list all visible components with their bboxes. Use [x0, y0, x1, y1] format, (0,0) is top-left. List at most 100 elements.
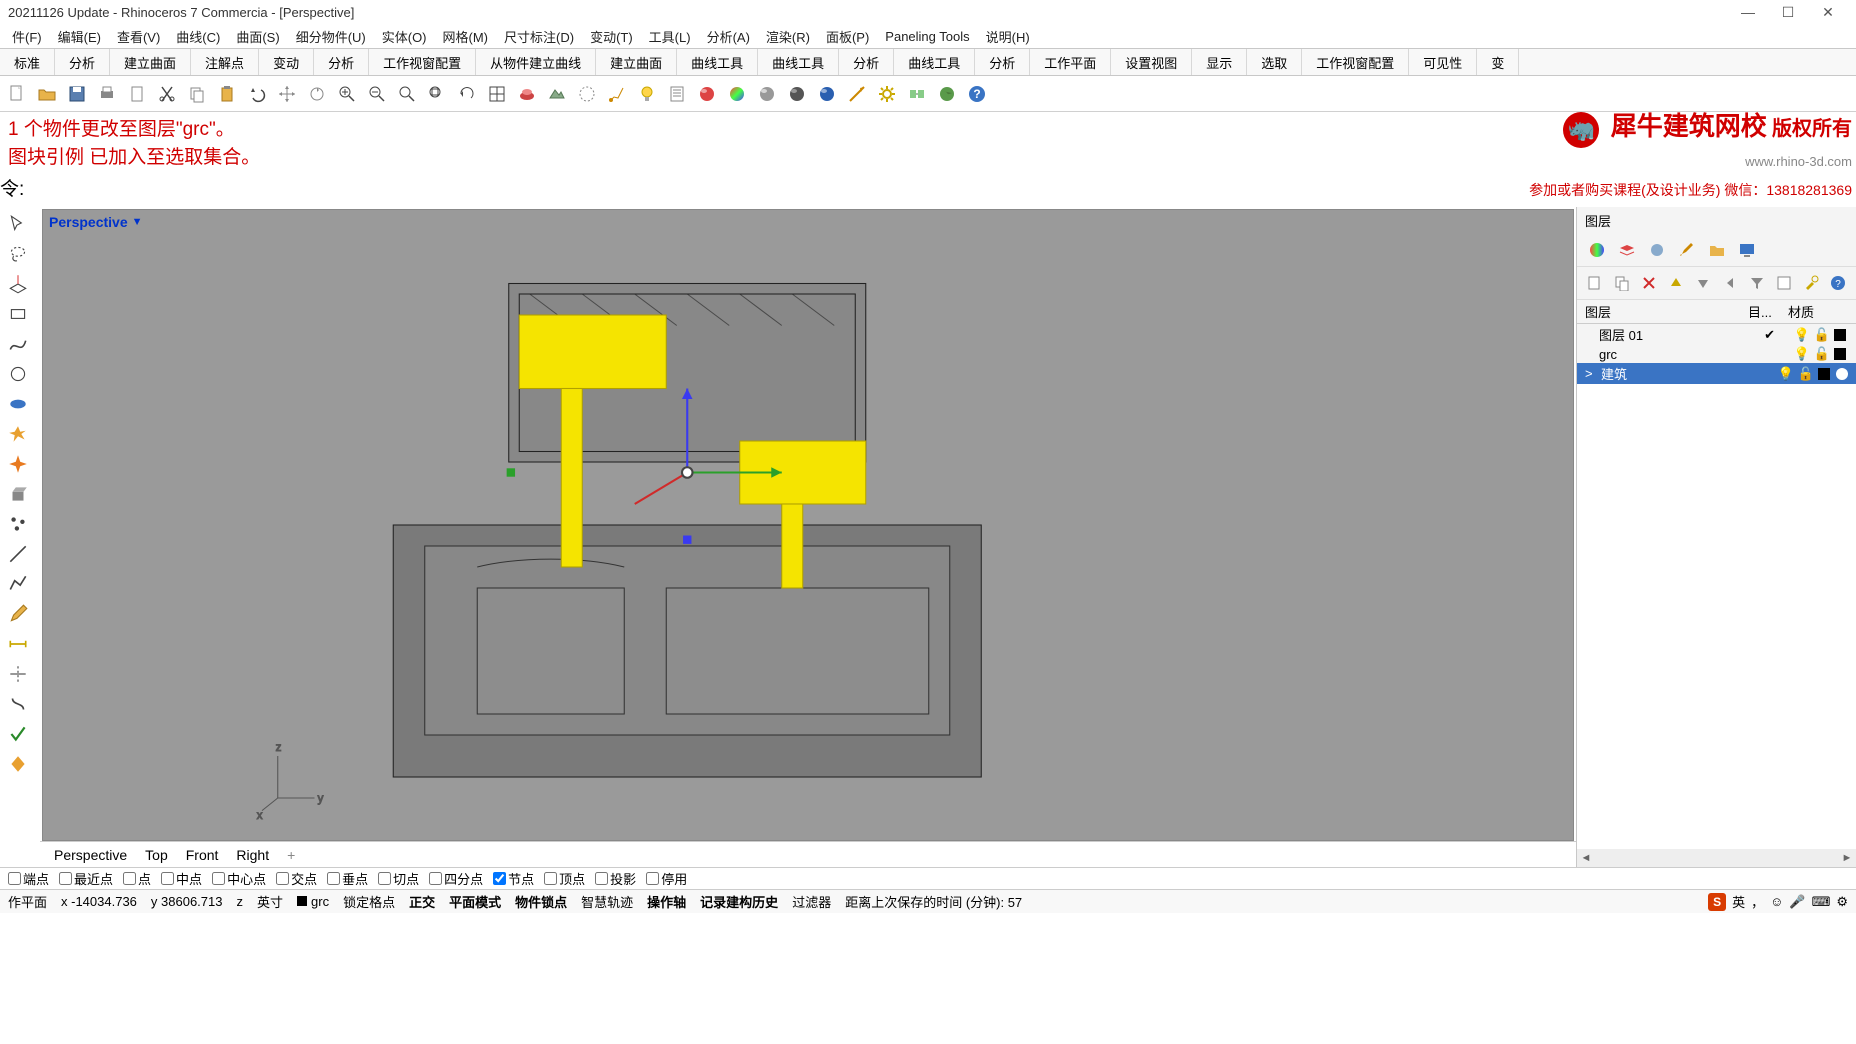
four-viewport-icon[interactable] [484, 81, 510, 107]
menu-panel[interactable]: 面板(P) [818, 25, 877, 48]
status-layer[interactable]: grc [297, 894, 329, 909]
material-tab-icon[interactable] [1585, 238, 1609, 262]
osnap-point[interactable]: 点 [123, 869, 151, 888]
axis-icon[interactable] [844, 81, 870, 107]
join-icon[interactable] [2, 691, 34, 717]
ime-keyboard-icon[interactable]: ⌨ [1812, 894, 1831, 910]
folder-tab-icon[interactable] [1705, 238, 1729, 262]
wireframe-icon[interactable] [574, 81, 600, 107]
lock-icon[interactable]: 🔓 [1814, 346, 1830, 362]
layer-sphere-icon[interactable] [694, 81, 720, 107]
expand-icon[interactable]: > [1585, 366, 1595, 381]
tab-analyze3[interactable]: 分析 [839, 49, 894, 75]
tab-viewport-layout2[interactable]: 工作视窗配置 [1302, 49, 1409, 75]
osnap-tan[interactable]: 切点 [378, 869, 419, 888]
status-record[interactable]: 记录建构历史 [700, 892, 778, 911]
tab-transform[interactable]: 变动 [259, 49, 314, 75]
zoom-in-icon[interactable] [334, 81, 360, 107]
viewtab-front[interactable]: Front [186, 847, 219, 863]
gear-icon[interactable] [874, 81, 900, 107]
status-filter[interactable]: 过滤器 [792, 892, 831, 911]
prev-icon[interactable] [1720, 271, 1741, 295]
extrude-icon[interactable] [2, 481, 34, 507]
sogou-icon[interactable]: S [1708, 893, 1726, 911]
tab-viewport-layout[interactable]: 工作视窗配置 [369, 49, 476, 75]
edit-icon[interactable] [2, 601, 34, 627]
status-planar[interactable]: 平面模式 [449, 892, 501, 911]
points-icon[interactable] [2, 511, 34, 537]
tab-curve-tools[interactable]: 曲线工具 [677, 49, 758, 75]
tab-display[interactable]: 显示 [1192, 49, 1247, 75]
move-up-icon[interactable] [1666, 271, 1687, 295]
new-sublayer-icon[interactable] [1612, 271, 1633, 295]
status-smarttrack[interactable]: 智慧轨迹 [581, 892, 633, 911]
scroll-left-icon[interactable]: ◄ [1577, 852, 1595, 864]
ime-lang[interactable]: 英 [1732, 892, 1745, 911]
lock-icon[interactable]: 🔓 [1798, 366, 1814, 382]
pan-icon[interactable] [274, 81, 300, 107]
delete-layer-icon[interactable] [1639, 271, 1660, 295]
tab-transform2[interactable]: 变 [1477, 49, 1519, 75]
zoom-selected-icon[interactable] [424, 81, 450, 107]
menu-edit[interactable]: 编辑(E) [50, 25, 109, 48]
menu-view[interactable]: 查看(V) [109, 25, 168, 48]
brush-tab-icon[interactable] [1675, 238, 1699, 262]
tab-annotate[interactable]: 注解点 [191, 49, 259, 75]
layer-help-icon[interactable]: ? [1827, 271, 1848, 295]
status-plane[interactable]: 作平面 [8, 892, 47, 911]
layers-tab-icon[interactable] [1615, 238, 1639, 262]
curve-icon[interactable] [2, 331, 34, 357]
status-osnap[interactable]: 物件锁点 [515, 892, 567, 911]
menu-transform[interactable]: 变动(T) [582, 25, 641, 48]
osnap-mid[interactable]: 中点 [161, 869, 202, 888]
scroll-right-icon[interactable]: ► [1838, 852, 1856, 864]
visible-icon[interactable]: 💡 [1794, 327, 1810, 343]
ellipse-icon[interactable] [2, 391, 34, 417]
menu-help[interactable]: 说明(H) [978, 25, 1038, 48]
polyline-icon[interactable] [2, 571, 34, 597]
open-icon[interactable] [34, 81, 60, 107]
layer-row-selected[interactable]: > 建筑 💡 🔓 [1577, 363, 1856, 384]
burst-icon[interactable] [2, 451, 34, 477]
copy-icon[interactable] [184, 81, 210, 107]
current-check-icon[interactable]: ✔ [1750, 327, 1790, 343]
tab-surface2[interactable]: 建立曲面 [596, 49, 677, 75]
lightbulb-icon[interactable] [634, 81, 660, 107]
material-sphere-icon[interactable] [724, 81, 750, 107]
ime-mic-icon[interactable]: 🎤 [1789, 894, 1805, 910]
rectangle-icon[interactable] [2, 301, 34, 327]
tab-analyze[interactable]: 分析 [55, 49, 110, 75]
grasshopper-icon[interactable] [904, 81, 930, 107]
lock-icon[interactable]: 🔓 [1814, 327, 1830, 343]
osnap-vertex[interactable]: 顶点 [544, 869, 585, 888]
tab-curve-tools3[interactable]: 曲线工具 [894, 49, 975, 75]
osnap-disable[interactable]: 停用 [646, 869, 687, 888]
menu-subd[interactable]: 细分物件(U) [288, 25, 374, 48]
sphere-dark-icon[interactable] [784, 81, 810, 107]
color-swatch[interactable] [1834, 348, 1846, 360]
menu-tools[interactable]: 工具(L) [641, 25, 699, 48]
viewtab-top[interactable]: Top [145, 847, 168, 863]
tab-select[interactable]: 选取 [1247, 49, 1302, 75]
osnap-quad[interactable]: 四分点 [429, 869, 483, 888]
cplane-icon[interactable] [2, 271, 34, 297]
move-down-icon[interactable] [1693, 271, 1714, 295]
tab-visibility[interactable]: 可见性 [1409, 49, 1477, 75]
viewtab-perspective[interactable]: Perspective [54, 847, 127, 863]
lasso-icon[interactable] [2, 241, 34, 267]
globe-icon[interactable] [934, 81, 960, 107]
status-ortho[interactable]: 正交 [409, 892, 435, 911]
menu-solid[interactable]: 实体(O) [374, 25, 435, 48]
tab-curve-from-obj[interactable]: 从物件建立曲线 [476, 49, 596, 75]
color-swatch[interactable] [1818, 368, 1830, 380]
tab-analyze2[interactable]: 分析 [314, 49, 369, 75]
tab-set-view[interactable]: 设置视图 [1111, 49, 1192, 75]
osnap-int[interactable]: 交点 [276, 869, 317, 888]
annotate-icon[interactable] [604, 81, 630, 107]
header-material[interactable]: 材质 [1788, 302, 1848, 321]
menu-file[interactable]: 件(F) [4, 25, 50, 48]
tab-surface[interactable]: 建立曲面 [110, 49, 191, 75]
print-icon[interactable] [94, 81, 120, 107]
osnap-knot[interactable]: 节点 [493, 869, 534, 888]
save-icon[interactable] [64, 81, 90, 107]
